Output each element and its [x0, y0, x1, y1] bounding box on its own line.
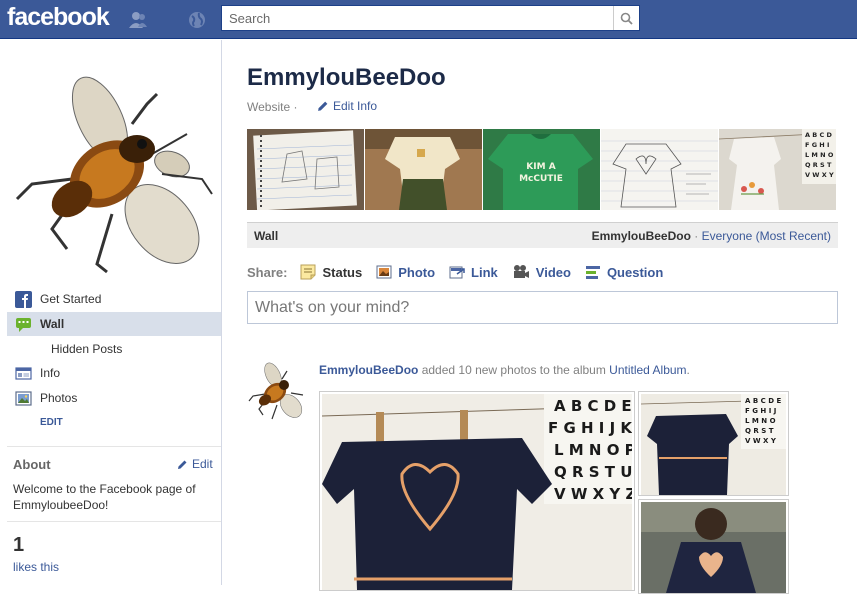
likes-count: 1	[13, 534, 25, 556]
edit-info-link[interactable]: Edit Info	[317, 99, 377, 113]
search-input[interactable]	[222, 6, 612, 30]
share-status-label: Status	[322, 264, 363, 280]
chart-row: F G H I J K	[548, 419, 632, 437]
edit-nav-link[interactable]: EDIT	[40, 417, 63, 428]
svg-text:V W X Y: V W X Y	[805, 171, 834, 179]
story-actor-link[interactable]: EmmylouBeeDoo	[319, 363, 418, 377]
alphabet-chart: A B C D E F G H I J K L M N O P Q R S T …	[548, 397, 634, 503]
sidebar-item-get-started[interactable]: Get Started	[7, 287, 221, 311]
svg-text:A B C D: A B C D	[805, 131, 833, 139]
share-question-tab[interactable]: Question	[585, 264, 663, 280]
svg-text:A B C D E: A B C D E	[745, 397, 781, 405]
story-headline: EmmylouBeeDoo added 10 new photos to the…	[319, 363, 690, 377]
edit-info-label: Edit Info	[333, 99, 378, 113]
story-author-avatar[interactable]	[247, 361, 307, 421]
chart-row: V W X Y Z	[554, 485, 632, 503]
search-box	[221, 5, 640, 31]
svg-text:L M N O: L M N O	[745, 417, 776, 425]
story-action: added 10 new photos to the album	[418, 363, 610, 377]
status-input[interactable]	[248, 292, 837, 323]
about-edit-link[interactable]: Edit	[177, 457, 213, 471]
wall-label: Wall	[254, 228, 279, 243]
photo-strip: KIM A McCUTIE A B C D F G H I L M N O Q R …	[247, 129, 838, 210]
svg-text:Q R S T: Q R S T	[745, 427, 774, 435]
photo-green-shirt[interactable]: KIM A McCUTIE	[483, 129, 600, 210]
share-photo-label: Photo	[398, 264, 436, 280]
divider	[7, 446, 221, 447]
category-label: Website	[247, 100, 291, 114]
story-photo-child-back[interactable]	[638, 499, 789, 594]
share-photo-tab[interactable]: Photo	[376, 264, 435, 280]
about-title: About	[13, 457, 51, 472]
photo-icon	[376, 265, 392, 279]
likes-link[interactable]: likes this	[13, 560, 59, 574]
sidebar-item-hidden-posts[interactable]: Hidden Posts	[7, 337, 221, 361]
sidebar-item-photos[interactable]: Photos	[7, 386, 221, 410]
sidebar-item-label: Hidden Posts	[51, 342, 123, 356]
wall-filter-separator: ·	[694, 228, 699, 243]
svg-text:V W X Y: V W X Y	[745, 437, 777, 445]
facebook-f-icon	[15, 290, 32, 308]
sidebar-item-label: Photos	[40, 391, 78, 405]
question-poll-icon	[585, 266, 600, 279]
chart-row: A B C D E	[554, 397, 632, 415]
story-album-link[interactable]: Untitled Album	[609, 363, 686, 377]
share-row: Share: Status Photo Link Video Question	[247, 262, 677, 282]
sidebar-item-label: Info	[40, 366, 61, 380]
story-photo-small-dress[interactable]: A B C D E F G H I J L M N O Q R S T V W X Y	[638, 391, 789, 496]
story-photo-large[interactable]: A B C D E F G H I J K L M N O P Q R S T …	[319, 391, 635, 591]
svg-text:Q R S T: Q R S T	[805, 161, 832, 169]
svg-text:F G H I: F G H I	[805, 141, 829, 149]
share-question-label: Question	[606, 264, 664, 280]
chart-row: Q R S T U	[554, 463, 632, 481]
sidebar-item-label: Wall	[40, 317, 65, 331]
link-icon	[449, 266, 465, 279]
page-title[interactable]: EmmylouBeeDoo	[247, 64, 446, 92]
chart-row: L M N O P	[554, 441, 632, 459]
share-link-label: Link	[471, 264, 498, 280]
pencil-icon	[178, 460, 187, 469]
top-bar: facebook	[0, 0, 857, 39]
video-camera-icon	[513, 265, 529, 278]
svg-text:McCUTIE: McCUTIE	[519, 174, 563, 184]
notifications-globe-icon[interactable]	[186, 9, 208, 31]
photos-icon	[15, 390, 32, 406]
wall-header: Wall EmmylouBeeDoo · Everyone (Most Rece…	[247, 222, 838, 248]
share-label: Share:	[247, 264, 288, 280]
pencil-icon	[318, 101, 328, 111]
wall-filter-name[interactable]: EmmylouBeeDoo	[592, 229, 691, 243]
share-video-tab[interactable]: Video	[512, 264, 571, 280]
story-period: .	[686, 363, 690, 377]
info-card-icon	[15, 366, 32, 380]
photo-sketch-notebook[interactable]	[247, 129, 364, 210]
page-category: Website ·	[247, 100, 297, 114]
divider	[7, 521, 221, 522]
svg-text:KIM A: KIM A	[526, 162, 555, 172]
share-status-tab[interactable]: Status	[300, 264, 362, 280]
about-text: Welcome to the Facebook page of Emmyloub…	[13, 482, 196, 512]
sidebar-item-info[interactable]: Info	[7, 361, 221, 385]
svg-text:F G H I J: F G H I J	[745, 407, 776, 415]
left-column: Get Started Wall Hidden Posts Info Photo…	[0, 40, 222, 585]
photo-dress-sketch[interactable]	[601, 129, 718, 210]
about-edit-label: Edit	[192, 457, 213, 471]
profile-picture-bee[interactable]	[12, 64, 217, 274]
wall-speech-bubble-icon	[16, 317, 31, 332]
wall-filter: EmmylouBeeDoo · Everyone (Most Recent)	[592, 229, 831, 243]
friend-requests-icon[interactable]	[127, 9, 149, 31]
category-separator: ·	[293, 100, 298, 114]
search-icon	[620, 12, 633, 25]
status-note-icon	[300, 264, 316, 280]
share-link-tab[interactable]: Link	[449, 264, 498, 280]
photo-white-dress-alphabet[interactable]: A B C D F G H I L M N O Q R S T V W X Y	[719, 129, 836, 210]
sidebar-item-label: Get Started	[40, 292, 102, 306]
facebook-logo[interactable]: facebook	[7, 3, 110, 32]
photo-cream-dress[interactable]	[365, 129, 482, 210]
svg-text:L M N O: L M N O	[805, 151, 834, 159]
wall-filter-dropdown[interactable]: Everyone (Most Recent)	[702, 229, 831, 243]
share-video-label: Video	[535, 264, 571, 280]
search-button[interactable]	[613, 6, 639, 30]
status-composer	[247, 291, 838, 324]
sidebar-item-wall[interactable]: Wall	[7, 312, 221, 336]
